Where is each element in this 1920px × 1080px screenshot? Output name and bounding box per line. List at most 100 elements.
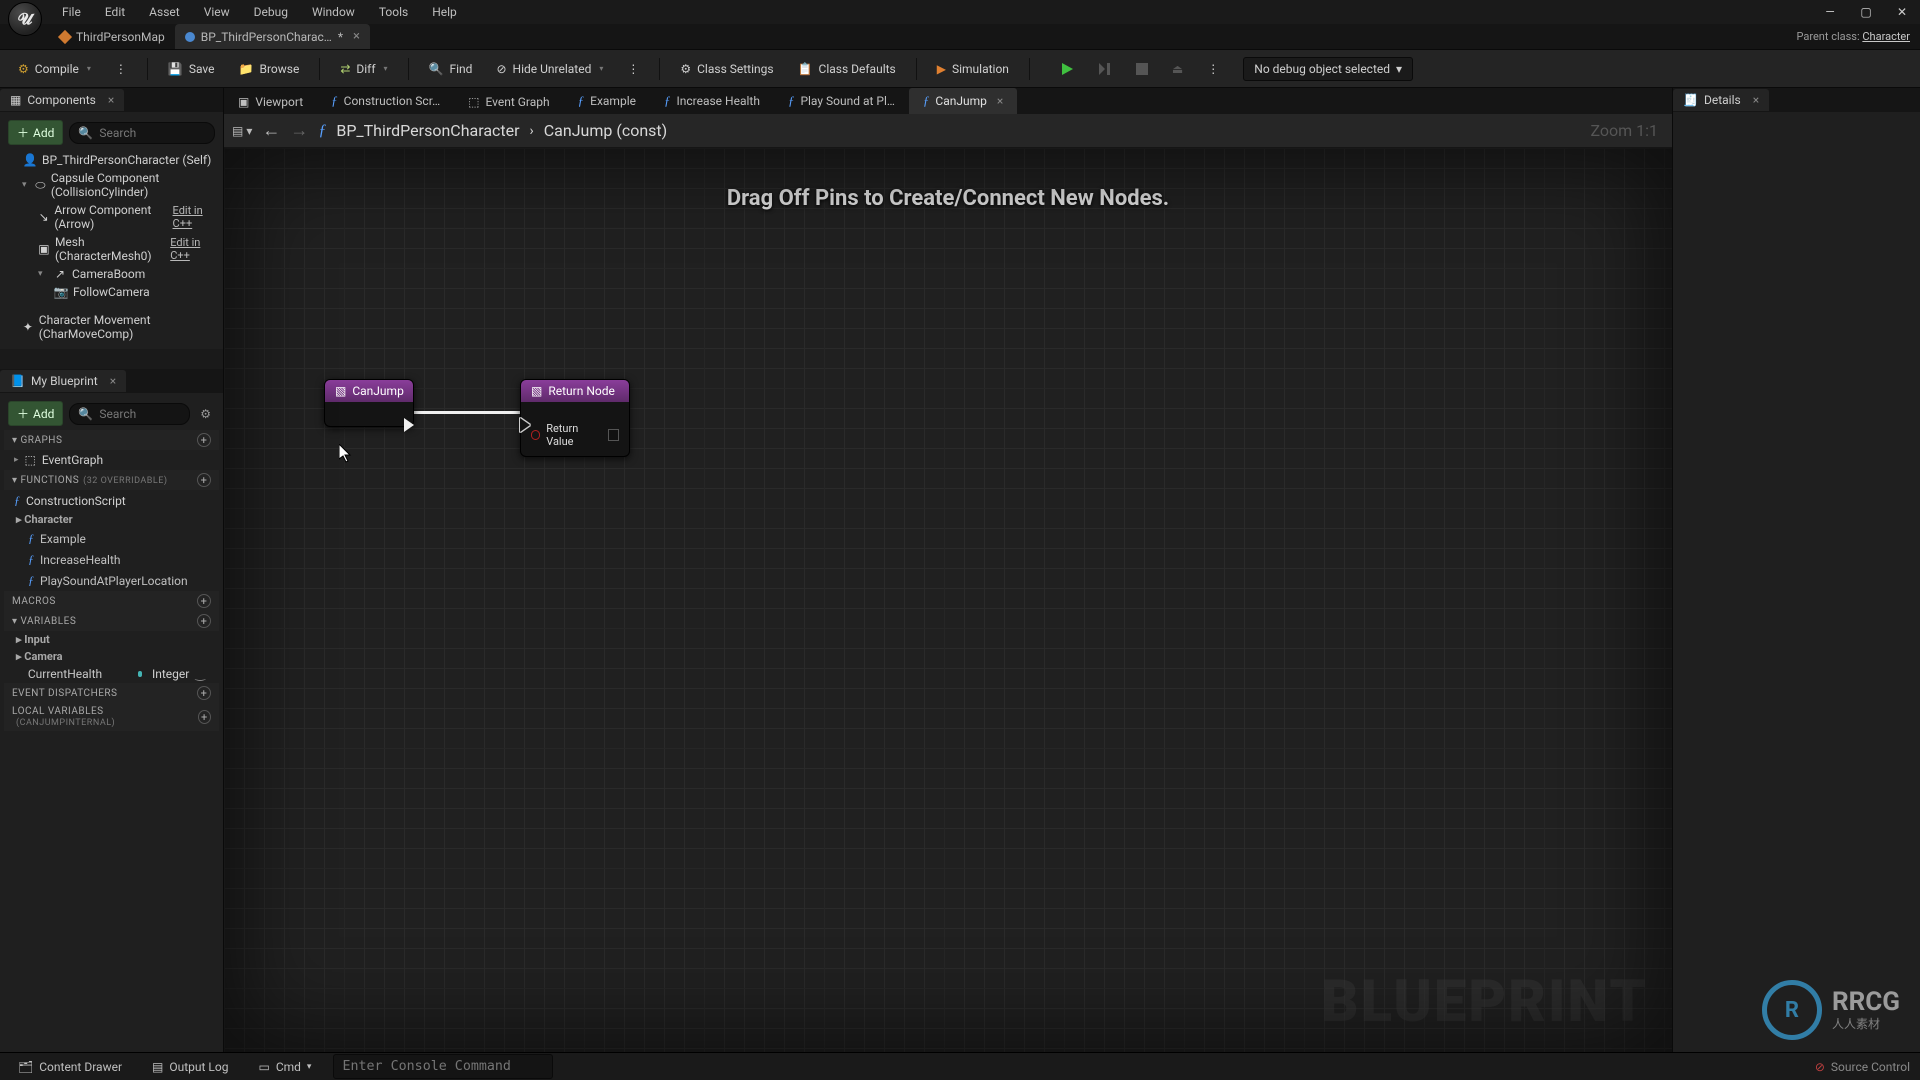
components-add-button[interactable]: ＋ Add	[8, 120, 63, 145]
parent-class-link[interactable]: Character	[1862, 30, 1910, 43]
save-button[interactable]: 💾 Save	[158, 57, 225, 81]
details-tab[interactable]: 🧾 Details ×	[1673, 89, 1769, 111]
bool-checkbox[interactable]	[608, 429, 619, 441]
play-options-button[interactable]: ⋮	[1197, 57, 1229, 81]
close-icon[interactable]: ×	[108, 93, 114, 107]
compile-options-button[interactable]: ⋮	[105, 57, 137, 81]
exec-in-pin[interactable]	[520, 418, 530, 432]
return-value-pin[interactable]: Return Value	[531, 422, 619, 448]
graph-item-eventgraph[interactable]: ▸⬚EventGraph	[4, 450, 219, 470]
myblueprint-add-button[interactable]: ＋ Add	[8, 401, 63, 426]
output-log-button[interactable]: ▤Output Log	[144, 1057, 236, 1077]
tab-viewport[interactable]: ▣Viewport	[224, 90, 317, 114]
component-followcamera[interactable]: 📷FollowCamera	[4, 283, 219, 301]
close-icon[interactable]: ×	[997, 94, 1003, 108]
menu-tools[interactable]: Tools	[367, 1, 420, 23]
fn-category-character[interactable]: ▸ Character	[4, 511, 219, 528]
menu-view[interactable]: View	[192, 1, 242, 23]
component-arrow[interactable]: ↘Arrow Component (Arrow)Edit in C++	[4, 201, 219, 233]
fn-constructionscript[interactable]: ƒConstructionScript	[4, 490, 219, 511]
node-canjump-entry[interactable]: ▧CanJump	[324, 379, 414, 427]
myblueprint-search-input[interactable]: 🔍Search	[69, 403, 190, 425]
component-cameraboom[interactable]: ▾↗CameraBoom	[4, 265, 219, 283]
browse-button[interactable]: 📁 Browse	[229, 57, 310, 81]
menu-asset[interactable]: Asset	[137, 1, 192, 23]
var-cat-input[interactable]: ▸ Input	[4, 631, 219, 648]
section-eventdispatchers[interactable]: EVENT DISPATCHERS+	[4, 683, 219, 703]
menu-help[interactable]: Help	[420, 1, 469, 23]
component-mesh[interactable]: ▣Mesh (CharacterMesh0)Edit in C++	[4, 233, 219, 265]
fn-increasehealth[interactable]: ƒIncreaseHealth	[4, 549, 219, 570]
close-icon[interactable]: ×	[353, 29, 360, 44]
close-icon[interactable]: ×	[110, 374, 116, 388]
menu-window[interactable]: Window	[300, 1, 367, 23]
hide-unrelated-options[interactable]: ⋮	[617, 57, 649, 81]
simulation-button[interactable]: ▶ Simulation	[927, 57, 1019, 81]
tab-canjump[interactable]: ƒCanJump×	[909, 88, 1017, 114]
exec-wire[interactable]	[409, 411, 529, 414]
component-capsule[interactable]: ▾⬭Capsule Component (CollisionCylinder)	[4, 169, 219, 201]
nav-forward-button[interactable]: →	[290, 120, 308, 141]
console-command-input[interactable]	[333, 1054, 553, 1079]
graph-canvas[interactable]: Drag Off Pins to Create/Connect New Node…	[224, 148, 1672, 1052]
nav-back-button[interactable]: ←	[262, 120, 280, 141]
stop-button[interactable]	[1126, 58, 1158, 80]
window-maximize-button[interactable]: ▢	[1848, 0, 1884, 24]
debug-object-selector[interactable]: No debug object selected ▾	[1243, 57, 1413, 81]
tab-eventgraph[interactable]: ⬚Event Graph	[454, 90, 564, 114]
section-macros[interactable]: MACROS+	[4, 591, 219, 611]
section-variables[interactable]: ▾ VARIABLES+	[4, 611, 219, 631]
breadcrumb-root[interactable]: BP_ThirdPersonCharacter	[336, 121, 519, 140]
plus-icon[interactable]: +	[198, 710, 211, 724]
fn-example[interactable]: ƒExample	[4, 528, 219, 549]
var-cat-camera[interactable]: ▸ Camera	[4, 648, 219, 665]
tab-increasehealth[interactable]: ƒIncrease Health	[650, 88, 774, 114]
tab-constructionscript[interactable]: ƒConstruction Scr…	[317, 88, 454, 114]
class-defaults-button[interactable]: 📋 Class Defaults	[788, 57, 906, 81]
diff-button[interactable]: ⇄ Diff▾	[330, 57, 397, 81]
step-button[interactable]	[1088, 57, 1122, 81]
section-localvars[interactable]: LOCAL VARIABLES (CANJUMPINTERNAL)+	[4, 703, 219, 731]
components-search-input[interactable]: 🔍 Search	[69, 122, 215, 144]
breadcrumb-leaf[interactable]: CanJump (const)	[544, 121, 667, 140]
component-root[interactable]: 👤BP_ThirdPersonCharacter (Self)	[4, 151, 219, 169]
class-settings-button[interactable]: ⚙ Class Settings	[670, 57, 783, 81]
play-button[interactable]	[1050, 57, 1084, 81]
plus-icon[interactable]: +	[197, 433, 211, 447]
component-charmove[interactable]: ✦Character Movement (CharMoveComp)	[4, 311, 219, 343]
asset-tab-thirdpersonmap[interactable]: ThirdPersonMap	[50, 25, 175, 49]
edit-cpp-link[interactable]: Edit in C++	[173, 204, 215, 230]
menu-file[interactable]: File	[50, 1, 93, 23]
gear-icon[interactable]: ⚙	[196, 407, 215, 421]
tab-example[interactable]: ƒExample	[564, 88, 650, 114]
section-functions[interactable]: ▾ FUNCTIONS(32 OVERRIDABLE)+	[4, 470, 219, 490]
components-tab[interactable]: ▦ Components ×	[0, 89, 124, 111]
eye-icon[interactable]: ‿	[195, 667, 205, 681]
compile-button[interactable]: ⚙ Compile▾	[8, 57, 101, 81]
window-close-button[interactable]: ✕	[1884, 0, 1920, 24]
var-currenthealth[interactable]: CurrentHealth Integer ‿	[4, 665, 219, 683]
fn-playsound[interactable]: ƒPlaySoundAtPlayerLocation	[4, 570, 219, 591]
cmd-dropdown[interactable]: ▭Cmd ▾	[250, 1057, 319, 1077]
plus-icon[interactable]: +	[197, 686, 211, 700]
tab-playsound[interactable]: ƒPlay Sound at Pl…	[774, 88, 909, 114]
exec-out-pin[interactable]	[404, 418, 414, 432]
hide-unrelated-button[interactable]: ⊘ Hide Unrelated▾	[486, 57, 613, 81]
menu-edit[interactable]: Edit	[93, 1, 137, 23]
plus-icon[interactable]: +	[197, 594, 211, 608]
history-menu-button[interactable]: ▤ ▾	[232, 124, 252, 138]
section-graphs[interactable]: ▾ GRAPHS+	[4, 430, 219, 450]
myblueprint-tab[interactable]: 📘 My Blueprint ×	[0, 370, 126, 392]
eject-button[interactable]: ⏏	[1162, 57, 1193, 81]
menu-debug[interactable]: Debug	[242, 1, 300, 23]
find-button[interactable]: 🔍 Find	[419, 57, 483, 81]
node-return[interactable]: ▧Return Node Return Value	[520, 379, 630, 457]
edit-cpp-link[interactable]: Edit in C++	[170, 236, 215, 262]
close-icon[interactable]: ×	[1753, 93, 1759, 107]
window-minimize-button[interactable]: —	[1812, 0, 1848, 24]
plus-icon[interactable]: +	[197, 614, 211, 628]
plus-icon[interactable]: +	[197, 473, 211, 487]
content-drawer-button[interactable]: 🗂Content Drawer	[10, 1057, 130, 1077]
source-control-button[interactable]: ⊘Source Control	[1815, 1060, 1910, 1074]
asset-tab-bp-thirdpersoncharacter[interactable]: BP_ThirdPersonCharac… * ×	[175, 24, 370, 49]
